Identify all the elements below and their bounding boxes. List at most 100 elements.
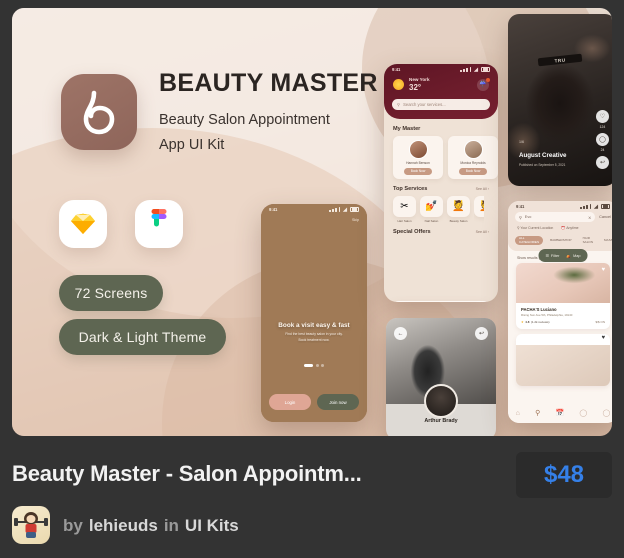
result-card[interactable]: ♥ [516,334,610,386]
author-avatar[interactable] [12,506,50,544]
filter-map-toolbar: ☰ Filter ⛺ Map [538,249,588,262]
avatar-face [26,515,36,523]
wifi-icon: ◢ [343,206,347,213]
master-card[interactable]: Monica Reynolds Book Now [448,135,498,179]
service-item[interactable]: 💅 Nail Salon [420,195,443,223]
card-subtitle: Published on September 5, 2021 [519,163,566,167]
filter-button[interactable]: ☰ Filter [546,253,560,259]
master-name: Hannah Benson [406,161,430,166]
service-item[interactable]: 💆 [474,195,484,223]
signal-icon [460,67,472,72]
chip-massage[interactable]: MASSAGE [600,236,612,245]
phone-mockup-home: 9:41 ◢ New York 32° ☔ ⚲ Search your serv… [384,64,498,302]
search-icon[interactable]: ⚲ [535,409,540,417]
status-icons: ◢ [580,204,610,210]
page-indicator: 1/6 [519,140,524,144]
map-button[interactable]: ⛺ Map [566,253,581,259]
search-value: Evo [524,215,532,219]
map-label: Map [573,253,581,258]
phone-mockup-onboarding: 9:41 ◢ Skip Book a visit easy & fast Fin… [261,204,367,422]
notification-bell-button[interactable]: ☔ [477,77,490,91]
search-input[interactable]: ⚲ Search your services... [392,98,490,110]
like-count: 124 [599,125,606,129]
brand-subtitle-line1: Beauty Salon Appointment [159,111,330,128]
back-icon[interactable]: ← [394,327,407,340]
see-all-link[interactable]: See All › [476,230,489,234]
favorite-icon[interactable]: ♥ [601,335,605,341]
result-image [516,345,610,386]
time-filter[interactable]: ⏰ Anytime [561,226,578,230]
bottom-navigation[interactable]: 🏠 ⚲ 📅 ◯ ☻ [391,301,491,302]
author-name[interactable]: lehieuds [89,517,158,534]
favorite-icon[interactable]: ♥ [601,267,605,273]
status-time: 9:41 [269,207,278,212]
beauty-icon: 💆 [447,195,470,217]
location-label: Your Current Location [520,226,554,230]
service-item[interactable]: ✂ Hair Salon [393,195,416,223]
clear-icon[interactable]: ⨯ [588,215,591,220]
brand-text: BEAUTY MASTER Beauty Salon Appointment A… [159,69,419,158]
chip-barbershop[interactable]: BARBERSHOP [546,236,576,245]
bottom-navigation[interactable]: ⌂ ⚲ 📅 ◯ ◯ [508,403,612,423]
phone-mockup-search-results: 9:41 ◢ ⚲ Evo ⨯ Cancel ⚲ Your Current Loc… [508,201,612,423]
figma-icon [151,209,167,227]
section-title: Top Services [393,185,428,192]
join-now-button[interactable]: Join now [317,394,359,410]
brand-logo-tile [61,74,137,150]
status-icons: ◢ [329,207,359,213]
login-button[interactable]: Login [269,394,311,410]
chip-all-categories[interactable]: ALL CATEGORIES [515,236,544,245]
share-icon[interactable]: ↩ [475,327,488,340]
book-now-button[interactable]: Book Now [404,167,432,175]
service-item[interactable]: 💆 Beauty Salon [447,195,470,223]
card-august-creative[interactable]: TRU ♡ 124 ◯ 24 ↩ 1/6 August Creative Pub… [508,14,612,186]
section-header-top-services: Top Services See All › [393,186,489,192]
rating-value: 4.8 [525,320,530,324]
result-card[interactable]: ♥ PACHA'S Luciano Rising Sun Ave 5th, Ph… [516,262,610,329]
master-card[interactable]: Hannah Benson Book Now [393,135,443,179]
price-badge[interactable]: $48 [516,452,612,498]
share-icon[interactable]: ↩ [596,156,609,169]
section-title: Special Offers [393,228,431,235]
card-actions: ♡ 124 ◯ 24 ↩ [596,110,609,169]
pagination-dots[interactable] [261,364,367,367]
listing-title-row: Beauty Master - Salon Appointm... $48 [12,452,612,498]
section-title: My Master [393,125,421,132]
home-icon[interactable]: ⌂ [516,410,520,417]
weather-widget: New York 32° ☔ [384,75,498,93]
onboarding-headline: Book a visit easy & fast [278,322,350,329]
category-link[interactable]: UI Kits [185,517,239,534]
figma-badge [135,200,183,248]
phone-mockup-profile: ← ↩ Arthur Brady [386,318,496,436]
onboarding-buttons: Login Join now [269,394,359,410]
filter-label: Filter [550,253,560,258]
profile-icon[interactable]: ◯ [602,409,610,417]
location-filter[interactable]: ⚲ Your Current Location [517,226,553,230]
comment-icon[interactable]: ◯ [596,133,609,146]
see-all-link[interactable]: See All › [476,187,489,191]
signal-icon [329,207,341,212]
chat-icon[interactable]: ◯ [579,409,587,417]
search-filters: ⚲ Your Current Location ⏰ Anytime [508,222,612,230]
listing-page: BEAUTY MASTER Beauty Salon Appointment A… [0,0,624,558]
cancel-button[interactable]: Cancel [599,215,611,219]
badge-theme-label: Dark & Light Theme [78,329,207,345]
search-icon: ⚲ [519,215,522,220]
status-time: 9:41 [392,67,401,72]
search-input[interactable]: ⚲ Evo ⨯ [515,212,596,222]
item-title[interactable]: Beauty Master - Salon Appointm... [12,461,362,487]
avatar-shorts [26,532,36,538]
chip-hair-salon[interactable]: HAIR SALON [579,236,597,245]
item-preview-image[interactable]: BEAUTY MASTER Beauty Salon Appointment A… [12,8,612,436]
calendar-icon[interactable]: 📅 [555,409,564,417]
search-icon: ⚲ [397,101,401,107]
wifi-icon: ◢ [594,203,598,210]
service-label: Beauty Salon [449,218,468,223]
status-icons: ◢ [460,67,490,73]
scissors-icon: ✂ [393,195,416,217]
section-header-my-master: My Master [393,126,489,132]
book-now-button[interactable]: Book Now [459,167,487,175]
skip-button[interactable]: Skip [352,218,359,222]
like-icon[interactable]: ♡ [596,110,609,123]
service-label: Nail Salon [424,218,439,223]
